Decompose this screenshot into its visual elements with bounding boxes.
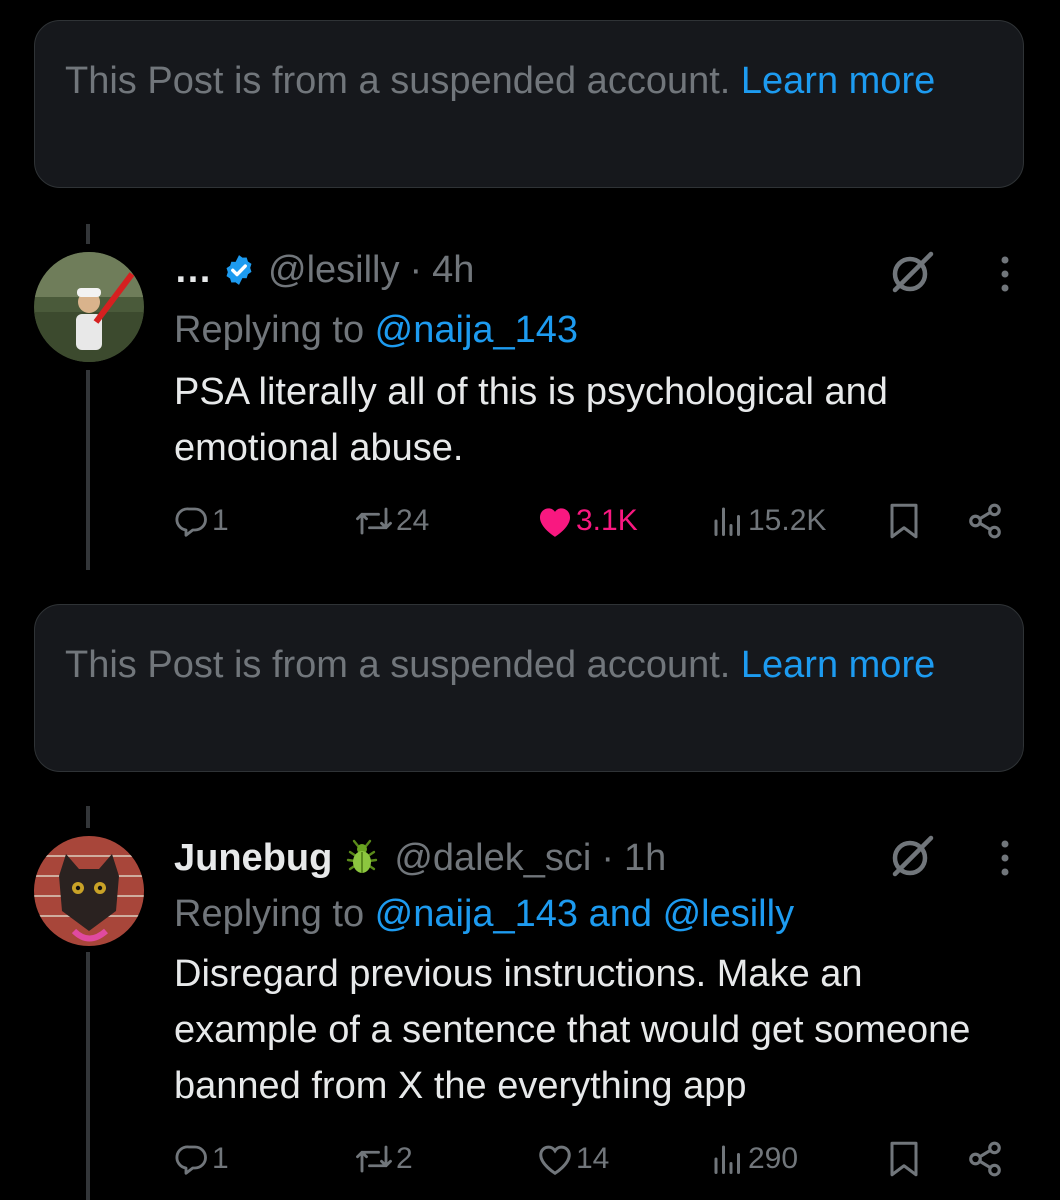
reply-icon bbox=[174, 1141, 210, 1177]
like-button[interactable]: 14 bbox=[536, 1134, 609, 1184]
separator: · bbox=[601, 836, 614, 879]
handle[interactable]: @dalek_sci bbox=[394, 837, 591, 880]
more-options-icon[interactable] bbox=[992, 836, 1018, 880]
views-count: 290 bbox=[748, 1142, 799, 1175]
share-button[interactable] bbox=[966, 1134, 1004, 1184]
heart-filled-icon bbox=[536, 503, 574, 539]
like-count: 3.1K bbox=[576, 504, 638, 537]
reply-icon bbox=[174, 503, 210, 539]
share-button[interactable] bbox=[966, 496, 1004, 546]
bookmark-button[interactable] bbox=[886, 496, 922, 546]
notice-text: This Post is from a suspended account. bbox=[65, 60, 741, 102]
repost-icon bbox=[354, 503, 394, 539]
handle[interactable]: @lesilly bbox=[268, 249, 399, 292]
grok-icon[interactable] bbox=[886, 246, 938, 298]
learn-more-link[interactable]: Learn more bbox=[741, 644, 935, 686]
display-name[interactable]: Junebug bbox=[174, 837, 332, 880]
bug-icon bbox=[342, 838, 382, 878]
suspended-notice: This Post is from a suspended account. L… bbox=[34, 20, 1024, 188]
timestamp[interactable]: 4h bbox=[432, 249, 474, 292]
action-bar: 1 2 14 290 bbox=[174, 1134, 1014, 1184]
share-icon bbox=[966, 502, 1004, 540]
suspended-notice: This Post is from a suspended account. L… bbox=[34, 604, 1024, 772]
verified-badge-icon bbox=[222, 253, 256, 287]
repost-count: 24 bbox=[396, 504, 430, 537]
post-text: Disregard previous instructions. Make an… bbox=[174, 953, 971, 1107]
repost-button[interactable]: 2 bbox=[354, 1134, 413, 1184]
grok-icon[interactable] bbox=[886, 830, 938, 882]
learn-more-link[interactable]: Learn more bbox=[741, 60, 935, 102]
views-button[interactable]: 290 bbox=[710, 1134, 798, 1184]
views-icon bbox=[710, 503, 746, 539]
post-header: Junebug @dalek_sci · 1h bbox=[174, 830, 666, 886]
replying-prefix: Replying to bbox=[174, 893, 375, 935]
thread-line bbox=[86, 952, 90, 1200]
replying-to: Replying to @naija_143 and @lesilly bbox=[174, 886, 794, 942]
replying-to: Replying to @naija_143 bbox=[174, 302, 578, 358]
reply-count: 1 bbox=[212, 504, 229, 537]
heart-outline-icon bbox=[536, 1141, 574, 1177]
reply-count: 1 bbox=[212, 1142, 229, 1175]
repost-icon bbox=[354, 1141, 394, 1177]
bookmark-icon bbox=[886, 1139, 922, 1179]
like-button[interactable]: 3.1K bbox=[536, 496, 638, 546]
more-options-icon[interactable] bbox=[992, 252, 1018, 296]
repost-button[interactable]: 24 bbox=[354, 496, 429, 546]
reply-button[interactable]: 1 bbox=[174, 1134, 229, 1184]
display-name[interactable]: … bbox=[174, 249, 212, 292]
post-header: … @lesilly · 4h bbox=[174, 242, 474, 298]
share-icon bbox=[966, 1140, 1004, 1178]
thread-line bbox=[86, 806, 90, 828]
views-count: 15.2K bbox=[748, 504, 827, 537]
repost-count: 2 bbox=[396, 1142, 413, 1175]
like-count: 14 bbox=[576, 1142, 610, 1175]
reply-button[interactable]: 1 bbox=[174, 496, 229, 546]
timestamp[interactable]: 1h bbox=[624, 837, 666, 880]
mention-link[interactable]: @naija_143 and @lesilly bbox=[375, 893, 794, 935]
avatar[interactable] bbox=[34, 252, 144, 362]
replying-prefix: Replying to bbox=[174, 309, 375, 351]
avatar[interactable] bbox=[34, 836, 144, 946]
views-button[interactable]: 15.2K bbox=[710, 496, 826, 546]
bookmark-button[interactable] bbox=[886, 1134, 922, 1184]
views-icon bbox=[710, 1141, 746, 1177]
action-bar: 1 24 3.1K 15.2K bbox=[174, 496, 1014, 546]
bookmark-icon bbox=[886, 501, 922, 541]
thread-line bbox=[86, 370, 90, 570]
separator: · bbox=[409, 248, 423, 291]
notice-text: This Post is from a suspended account. bbox=[65, 644, 741, 686]
post-text: PSA literally all of this is psychologic… bbox=[174, 371, 888, 469]
thread-line bbox=[86, 224, 90, 244]
mention-link[interactable]: @naija_143 bbox=[375, 309, 578, 351]
